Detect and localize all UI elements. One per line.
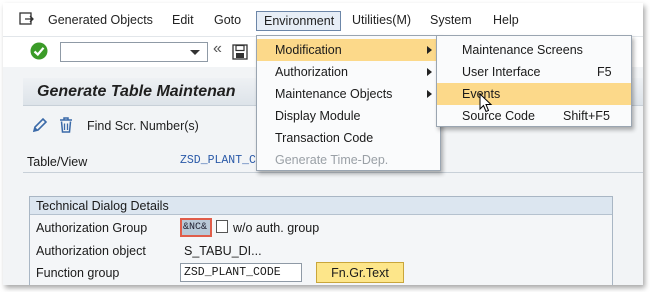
auth-object-row: Authorization object S_TABU_DI... (30, 240, 612, 262)
auth-group-label: Authorization Group (36, 221, 148, 235)
auth-group-checkbox[interactable] (216, 220, 228, 233)
menu-system[interactable]: System (430, 13, 472, 27)
menu-icon[interactable] (19, 12, 35, 26)
menu-environment[interactable]: Environment (256, 11, 342, 31)
double-left-arrow-icon[interactable]: « (213, 40, 222, 58)
group-header: Technical Dialog Details (30, 197, 612, 215)
auth-object-value: S_TABU_DI... (184, 244, 262, 258)
technical-dialog-details-group: Technical Dialog Details Authorization G… (29, 196, 613, 285)
menu-edit[interactable]: Edit (172, 13, 194, 27)
function-group-label: Function group (36, 266, 120, 280)
env-item-generate-time-dep: Generate Time-Dep. (275, 153, 389, 167)
mod-item-events[interactable]: Events (437, 83, 631, 105)
dropdown-arrow-icon[interactable] (184, 43, 206, 61)
mod-item-maintenance-screens[interactable]: Maintenance Screens (437, 39, 631, 61)
trash-icon[interactable] (57, 116, 75, 134)
submenu-arrow-icon (427, 90, 432, 98)
page-title: Generate Table Maintenan (37, 83, 236, 100)
menu-bar: Generated Objects Edit Goto Environment … (3, 3, 643, 36)
sap-window: Generated Objects Edit Goto Environment … (3, 3, 643, 285)
ok-check-icon[interactable] (30, 42, 48, 60)
environment-menu: Modification Authorization Maintenance O… (256, 35, 441, 171)
save-icon[interactable] (232, 44, 248, 60)
auth-object-label: Authorization object (36, 244, 146, 258)
submenu-arrow-icon (427, 68, 432, 76)
table-view-value: ZSD_PLANT_C (180, 154, 256, 167)
group-title: Technical Dialog Details (36, 199, 169, 213)
mod-item-user-interface[interactable]: User Interface F5 (437, 61, 631, 83)
env-item-authorization[interactable]: Authorization (257, 61, 440, 83)
env-item-modification[interactable]: Modification (257, 39, 440, 61)
auth-group-field[interactable]: &NC& (180, 218, 212, 237)
env-item-maintenance-objects[interactable]: Maintenance Objects (257, 83, 440, 105)
mouse-cursor-icon (479, 93, 493, 113)
function-group-row: Function group ZSD_PLANT_CODE Fn.Gr.Text (30, 262, 612, 284)
modification-submenu: Maintenance Screens User Interface F5 Ev… (436, 35, 632, 127)
env-item-transaction-code[interactable]: Transaction Code (257, 127, 440, 149)
fn-gr-text-button[interactable]: Fn.Gr.Text (316, 262, 404, 283)
submenu-arrow-icon (427, 46, 432, 54)
function-group-field[interactable]: ZSD_PLANT_CODE (180, 263, 302, 282)
menu-help[interactable]: Help (493, 13, 519, 27)
wo-auth-group-label: w/o auth. group (233, 221, 320, 235)
table-view-label: Table/View (27, 155, 88, 169)
menu-goto[interactable]: Goto (214, 13, 241, 27)
menu-utilities[interactable]: Utilities(M) (352, 13, 411, 27)
menu-generated-objects[interactable]: Generated Objects (48, 13, 153, 27)
find-screen-numbers-button[interactable]: Find Scr. Number(s) (87, 119, 199, 133)
pencil-icon[interactable] (32, 117, 48, 133)
mod-item-source-code[interactable]: Source Code Shift+F5 (437, 105, 631, 127)
auth-group-row: Authorization Group &NC& w/o auth. group (30, 217, 612, 239)
env-item-display-module[interactable]: Display Module (257, 105, 440, 127)
